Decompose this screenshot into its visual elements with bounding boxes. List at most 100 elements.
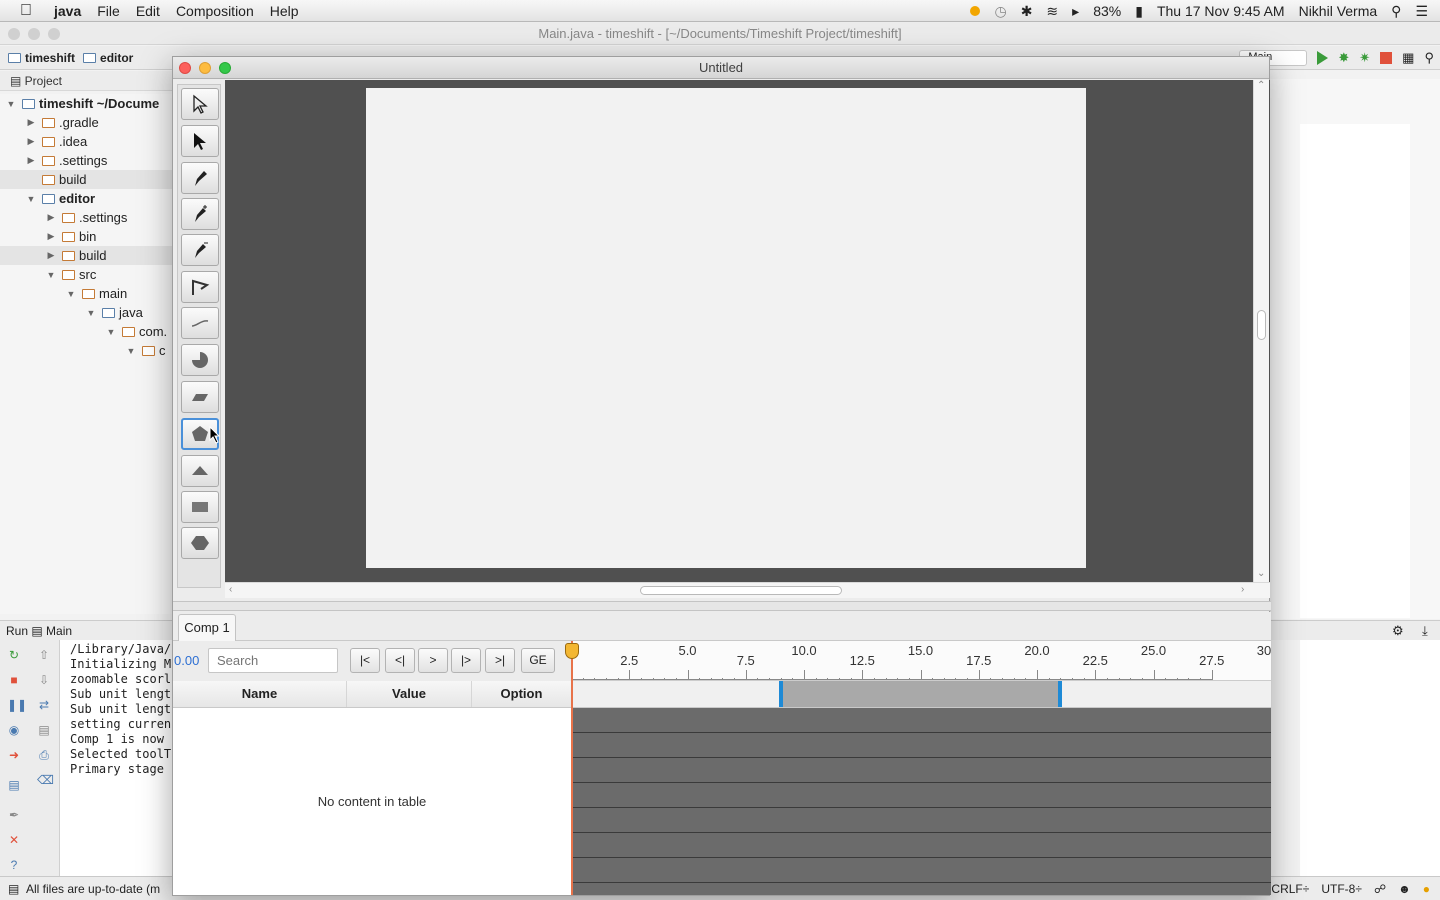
layer-table-body[interactable]: No content in table: [173, 708, 571, 895]
battery-percent[interactable]: 83%: [1093, 3, 1121, 19]
go-to-start-button[interactable]: |<: [350, 648, 380, 673]
settings-gear-icon[interactable]: ⚙: [1392, 623, 1404, 639]
volume-icon[interactable]: ▸: [1072, 3, 1079, 20]
editor-pane[interactable]: [1300, 124, 1410, 618]
vertical-scroll-thumb[interactable]: [1257, 310, 1266, 340]
status-icon[interactable]: ▤: [8, 882, 26, 896]
line-separator[interactable]: CRLF÷: [1271, 882, 1309, 896]
menu-composition[interactable]: Composition: [176, 3, 254, 19]
tree-item[interactable]: ▼ src: [0, 265, 172, 284]
hexagon-tool[interactable]: [181, 527, 219, 559]
column-value[interactable]: Value: [347, 681, 472, 707]
stop-icon[interactable]: [1380, 52, 1393, 64]
close-icon[interactable]: ✕: [7, 833, 21, 847]
go-to-end-button[interactable]: >|: [485, 648, 515, 673]
apple-icon[interactable]: : [20, 2, 40, 20]
curve-tool[interactable]: [181, 307, 219, 339]
expanded-arrow-icon[interactable]: ▼: [26, 194, 36, 204]
collapsed-arrow-icon[interactable]: ▶: [26, 136, 36, 147]
user-name[interactable]: Nikhil Verma: [1299, 3, 1378, 19]
collapsed-arrow-icon[interactable]: ▶: [26, 155, 36, 166]
scroll-up-arrow-icon[interactable]: ⌃: [1257, 80, 1265, 91]
soft-wrap-icon[interactable]: ⇄: [37, 698, 51, 712]
scroll-left-arrow-icon[interactable]: ‹: [229, 584, 232, 595]
collapsed-arrow-icon[interactable]: ▶: [46, 231, 56, 242]
polyline-tool[interactable]: [181, 271, 219, 303]
composition-canvas[interactable]: [366, 88, 1086, 568]
file-encoding[interactable]: UTF-8÷: [1321, 882, 1362, 896]
direct-select-tool[interactable]: [181, 125, 219, 157]
tree-item[interactable]: build: [0, 170, 172, 189]
debug-icon[interactable]: ✸: [1338, 50, 1349, 66]
play-button[interactable]: >: [418, 648, 448, 673]
minimize-button[interactable]: [199, 62, 211, 74]
menu-app-name[interactable]: java: [54, 3, 81, 19]
lock-icon[interactable]: ☍: [1374, 882, 1386, 896]
work-area-start-handle[interactable]: [778, 681, 783, 707]
ge-button[interactable]: GE: [521, 648, 555, 673]
scroll-to-end-icon[interactable]: ▤: [37, 723, 51, 737]
help-icon[interactable]: ?: [7, 858, 21, 872]
tree-item[interactable]: ▼ com.: [0, 322, 172, 341]
expanded-arrow-icon[interactable]: ▼: [46, 270, 56, 280]
time-machine-icon[interactable]: ◷: [994, 3, 1006, 20]
inspector-icon[interactable]: ☻: [1398, 882, 1411, 896]
add-anchor-tool[interactable]: [181, 198, 219, 230]
tree-item[interactable]: ▼ java: [0, 303, 172, 322]
vertical-scrollbar[interactable]: ⌃ ⌄: [1253, 80, 1269, 582]
expanded-arrow-icon[interactable]: ▼: [66, 289, 76, 299]
stop-icon[interactable]: ■: [7, 673, 21, 687]
status-dot-icon[interactable]: [970, 6, 981, 16]
scroll-right-arrow-icon[interactable]: ›: [1241, 584, 1244, 595]
project-structure-icon[interactable]: ▦: [1402, 50, 1414, 66]
print-icon[interactable]: ⎙: [37, 748, 51, 762]
menu-help[interactable]: Help: [270, 3, 299, 19]
triangle-tool[interactable]: [181, 455, 219, 487]
hide-panel-icon[interactable]: ⤓: [1422, 623, 1428, 639]
ide-close-button[interactable]: [8, 28, 20, 40]
expanded-arrow-icon[interactable]: ▼: [126, 346, 136, 356]
ide-zoom-button[interactable]: [48, 28, 60, 40]
work-area-end-handle[interactable]: [1058, 681, 1063, 707]
tab-comp-1[interactable]: Comp 1: [178, 614, 236, 642]
select-tool[interactable]: [181, 88, 219, 120]
close-button[interactable]: [179, 62, 191, 74]
breadcrumb-timeshift[interactable]: timeshift: [8, 51, 75, 65]
collapsed-arrow-icon[interactable]: ▶: [46, 250, 56, 261]
playhead-handle[interactable]: [565, 643, 579, 659]
expanded-arrow-icon[interactable]: ▼: [6, 99, 16, 109]
pen-tool[interactable]: [181, 162, 219, 194]
search-input[interactable]: [208, 648, 338, 673]
menu-file[interactable]: File: [97, 3, 120, 19]
bluetooth-icon[interactable]: ✱: [1021, 3, 1033, 20]
playhead[interactable]: [565, 641, 579, 895]
expanded-arrow-icon[interactable]: ▼: [86, 308, 96, 318]
pause-icon[interactable]: ❚❚: [7, 698, 27, 712]
tree-item[interactable]: ▶ .idea: [0, 132, 172, 151]
battery-icon[interactable]: ▮: [1135, 3, 1143, 20]
horizontal-scrollbar[interactable]: ‹ ›: [225, 582, 1270, 598]
clock[interactable]: Thu 17 Nov 9:45 AM: [1157, 3, 1285, 19]
timeline-tracks[interactable]: [571, 708, 1271, 895]
tree-item[interactable]: ▶ .settings: [0, 208, 172, 227]
scroll-up-icon[interactable]: ⇧: [37, 648, 51, 662]
tree-item[interactable]: ▼ timeshift ~/Docume: [0, 94, 172, 113]
time-ruler[interactable]: 02.55.07.510.012.515.017.520.022.525.027…: [567, 641, 1271, 681]
tree-item[interactable]: ▶ .gradle: [0, 113, 172, 132]
tree-item[interactable]: ▼ editor: [0, 189, 172, 208]
tree-item[interactable]: ▼ main: [0, 284, 172, 303]
work-area-range[interactable]: [780, 681, 1061, 707]
convert-anchor-tool[interactable]: [181, 234, 219, 266]
zoom-button[interactable]: [219, 62, 231, 74]
pin-icon[interactable]: ✒: [7, 808, 21, 822]
split-divider[interactable]: [173, 601, 1271, 611]
rectangle-tool[interactable]: [181, 491, 219, 523]
coverage-icon[interactable]: ✷: [1359, 50, 1370, 66]
rerun-icon[interactable]: ↻: [7, 648, 21, 662]
pie-tool[interactable]: [181, 344, 219, 376]
horizontal-scroll-thumb[interactable]: [640, 586, 842, 595]
step-forward-button[interactable]: |>: [451, 648, 481, 673]
scroll-down-arrow-icon[interactable]: ⌄: [1257, 568, 1265, 579]
breadcrumb-editor[interactable]: editor: [83, 51, 133, 65]
layout-icon[interactable]: ▤: [7, 778, 21, 792]
